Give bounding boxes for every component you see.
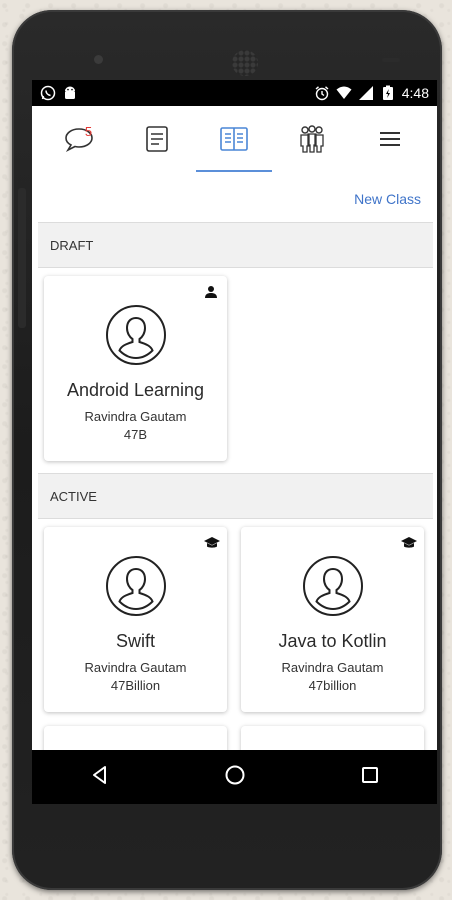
tab-messages[interactable]: 5 [49,116,109,166]
graduation-cap-icon [400,535,417,549]
status-time: 4:48 [401,85,429,101]
draft-class-grid: Android Learning Ravindra Gautam 47B [32,268,437,469]
action-row: New Class [32,176,437,222]
top-tab-bar: 5 [32,106,437,176]
system-nav-bar [32,750,437,804]
app-screen: 4:48 5 New Class DRAFT Android Learning … [32,80,437,802]
class-owner: Ravindra Gautam [84,660,187,675]
class-title: Java to Kotlin [278,631,387,651]
whatsapp-icon [40,85,56,101]
alarm-icon [314,85,330,101]
tab-people[interactable] [282,116,342,166]
class-title: Android Learning [66,380,205,400]
tab-menu[interactable] [360,116,420,166]
front-camera [94,55,103,64]
side-button [18,188,26,328]
menu-icon [378,129,402,153]
class-size: 47billion [308,678,357,693]
class-size: 47Billion [110,678,161,693]
class-owner: Ravindra Gautam [281,660,384,675]
back-button[interactable] [80,757,120,797]
graduation-cap-icon [203,535,220,549]
recents-square-icon [360,765,380,789]
section-header-active: ACTIVE [38,473,433,519]
class-owner: Ravindra Gautam [84,409,187,424]
recents-button[interactable] [350,757,390,797]
notes-icon [144,125,170,157]
person-icon [203,284,219,298]
class-card[interactable]: Swift Ravindra Gautam 47Billion [44,527,227,712]
avatar-placeholder-icon [105,304,167,366]
android-icon [62,85,78,101]
earpiece-speaker [232,50,258,76]
class-title: Swift [115,631,155,651]
classes-book-icon [219,125,249,157]
signal-icon [358,85,374,101]
people-group-icon [297,124,327,158]
avatar-placeholder-icon [302,555,364,617]
active-class-grid: Swift Ravindra Gautam 47Billion Java to … [32,519,437,720]
class-size: 47B [123,427,148,442]
wifi-icon [336,85,352,101]
class-card[interactable]: Android Learning Ravindra Gautam 47B [44,276,227,461]
back-triangle-icon [90,765,110,789]
new-class-button[interactable]: New Class [354,191,421,207]
avatar-placeholder-icon [105,555,167,617]
home-button[interactable] [215,757,255,797]
section-header-draft: DRAFT [38,222,433,268]
battery-charging-icon [380,85,396,101]
message-count-badge: 5 [84,124,93,139]
status-bar: 4:48 [32,80,437,106]
proximity-sensor [382,58,400,62]
home-circle-icon [224,764,246,790]
tab-classes[interactable] [196,116,273,172]
tab-notes[interactable] [127,116,187,166]
class-card[interactable]: Java to Kotlin Ravindra Gautam 47billion [241,527,424,712]
